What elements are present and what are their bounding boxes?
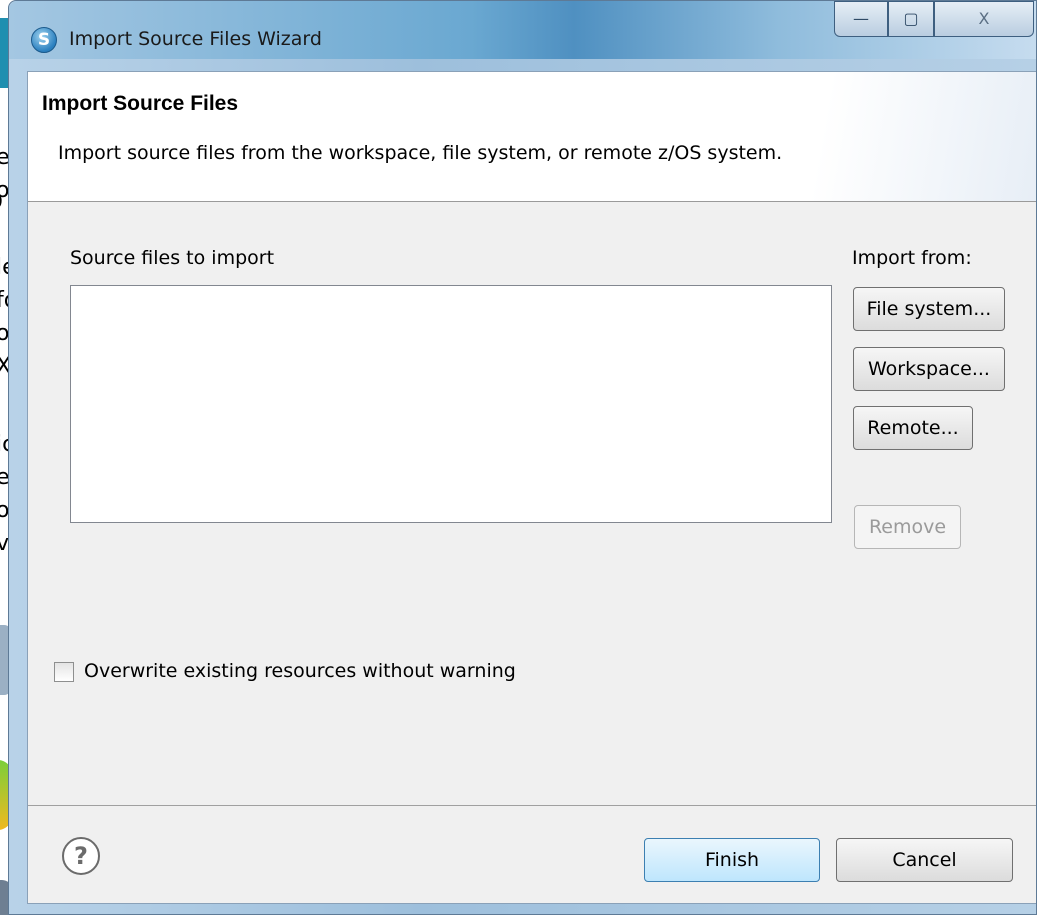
finish-button[interactable]: Finish: [644, 838, 820, 882]
file-system-button[interactable]: File system...: [853, 287, 1005, 331]
remove-button[interactable]: Remove: [854, 505, 961, 549]
cancel-button[interactable]: Cancel: [836, 838, 1013, 882]
overwrite-checkbox-label[interactable]: Overwrite existing resources without war…: [84, 660, 516, 682]
workspace-button[interactable]: Workspace...: [853, 347, 1005, 391]
window-title: Import Source Files Wizard: [69, 28, 322, 50]
close-button[interactable]: X: [934, 1, 1034, 37]
minimize-button[interactable]: —: [834, 1, 888, 37]
import-from-label: Import from:: [852, 247, 972, 269]
page-title: Import Source Files: [42, 92, 239, 115]
overwrite-checkbox[interactable]: [54, 662, 74, 682]
page-description: Import source files from the workspace, …: [58, 142, 783, 164]
remote-button[interactable]: Remote...: [853, 406, 973, 450]
source-files-list[interactable]: [70, 285, 832, 523]
title-bar[interactable]: S Import Source Files Wizard — ▢ X: [9, 1, 1036, 59]
minimize-icon: —: [853, 9, 869, 28]
maximize-button[interactable]: ▢: [888, 1, 934, 37]
import-wizard-dialog: S Import Source Files Wizard — ▢ X Impor…: [8, 0, 1037, 915]
maximize-icon: ▢: [903, 9, 919, 28]
wizard-header: Import Source Files Import source files …: [28, 72, 1036, 202]
wizard-client-area: Import Source Files Import source files …: [27, 71, 1036, 904]
help-icon[interactable]: ?: [62, 837, 100, 875]
background-text-fragment: D: [0, 190, 3, 215]
wizard-app-icon: S: [31, 27, 57, 53]
close-icon: X: [978, 9, 990, 28]
source-files-label: Source files to import: [70, 247, 275, 269]
footer-divider: [28, 805, 1036, 806]
